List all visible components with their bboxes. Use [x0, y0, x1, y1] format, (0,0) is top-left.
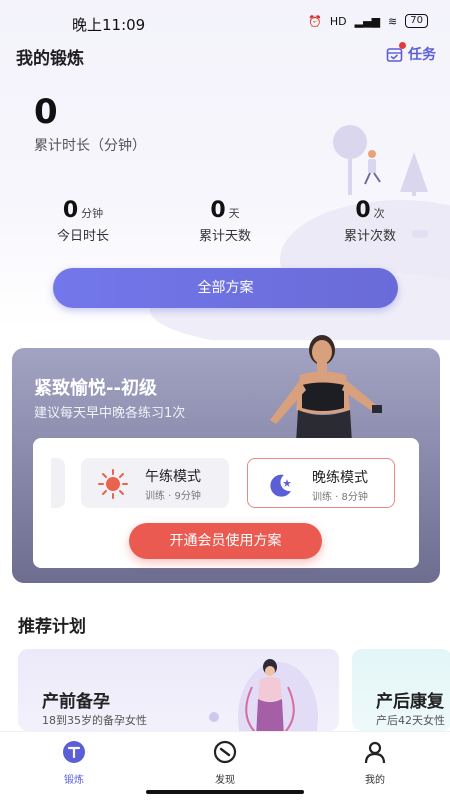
- card-subtitle: 产后42天女性: [376, 714, 445, 727]
- recommended-card-postpartum[interactable]: 产后康复 产后42天女性: [352, 649, 450, 731]
- stat-label: 累计次数: [343, 229, 396, 244]
- task-label: 任务: [408, 47, 436, 63]
- stat-label: 累计天数: [198, 229, 251, 244]
- status-time: 晚上11:09: [72, 16, 146, 34]
- stat-total-times: 0次 累计次数: [335, 198, 405, 244]
- stat-unit: 天: [228, 207, 240, 220]
- mode-name: 午练模式: [145, 469, 201, 485]
- stats-row: 0 分钟 今日时长 0天 累计天数 0次 累计次数: [0, 198, 450, 248]
- stat-unit: 次: [373, 207, 385, 220]
- nav-item-workout[interactable]: 锻炼: [44, 740, 104, 786]
- stat-today-duration: 0 分钟 今日时长: [48, 198, 118, 244]
- hd-signal-icon: HD: [329, 14, 347, 28]
- task-calendar-icon: [386, 41, 406, 63]
- mode-name: 晚练模式: [312, 470, 368, 486]
- mode-meta: 训练 · 8分钟: [312, 492, 368, 503]
- mode-card-previous[interactable]: [51, 458, 65, 508]
- sun-icon: [98, 469, 128, 499]
- all-plans-button[interactable]: 全部方案: [53, 268, 398, 308]
- mode-panel: 午练模式 训练 · 9分钟 晚练模式 训练 · 8分钟 开通会员使用方案: [33, 438, 419, 568]
- status-bar: 晚上11:09 ⏰ HD ▂▄▆ ≋ 70: [0, 0, 450, 44]
- nav-label: 我的: [365, 775, 385, 786]
- recommended-section-title: 推荐计划: [18, 617, 86, 637]
- card-subtitle: 18到35岁的备孕女性: [42, 714, 147, 727]
- moon-icon: [270, 474, 291, 497]
- nav-label: 发现: [215, 775, 235, 786]
- alarm-icon: ⏰: [308, 14, 322, 28]
- wifi-icon: ≋: [388, 14, 398, 28]
- stat-value: 0: [62, 198, 79, 223]
- nav-item-profile[interactable]: 我的: [345, 740, 405, 786]
- signal-icon: ▂▄▆: [354, 14, 381, 28]
- mode-meta: 训练 · 9分钟: [145, 491, 201, 502]
- stat-unit: 分钟: [81, 207, 104, 220]
- status-icons: ⏰ HD ▂▄▆ ≋ 70: [308, 14, 428, 28]
- nav-item-discover[interactable]: 发现: [195, 740, 255, 786]
- stat-value: 0: [210, 198, 226, 223]
- plan-subtitle: 建议每天早中晚各练习1次: [34, 406, 186, 421]
- prenatal-illustration: [209, 659, 318, 731]
- stat-total-days: 0天 累计天数: [190, 198, 260, 244]
- stat-label: 今日时长: [56, 229, 109, 244]
- profile-icon: [364, 741, 386, 764]
- recommended-card-prenatal[interactable]: 产前备孕 18到35岁的备孕女性: [18, 649, 339, 731]
- compass-icon: [213, 740, 237, 764]
- task-button[interactable]: 任务: [386, 41, 436, 64]
- workout-icon: [63, 741, 85, 763]
- open-vip-button[interactable]: 开通会员使用方案: [129, 523, 322, 559]
- card-title: 产前备孕: [42, 692, 110, 712]
- night-mode-card[interactable]: 晚练模式 训练 · 8分钟: [247, 458, 395, 508]
- total-duration-label: 累计时长（分钟）: [34, 138, 146, 154]
- card-title: 产后康复: [376, 692, 444, 712]
- nav-label: 锻炼: [64, 775, 84, 786]
- stat-value: 0: [355, 198, 371, 223]
- battery-icon: 70: [405, 14, 428, 28]
- noon-mode-card[interactable]: 午练模式 训练 · 9分钟: [81, 458, 229, 508]
- total-duration-value: 0: [34, 92, 58, 132]
- plan-card[interactable]: 紧致愉悦--初级 建议每天早中晚各练习1次 午练模式 训练 · 9分钟 晚练模式…: [12, 335, 440, 583]
- home-indicator[interactable]: [146, 790, 304, 794]
- page-title: 我的锻炼: [16, 49, 84, 69]
- notification-dot: [399, 41, 406, 49]
- plan-title: 紧致愉悦--初级: [34, 378, 157, 399]
